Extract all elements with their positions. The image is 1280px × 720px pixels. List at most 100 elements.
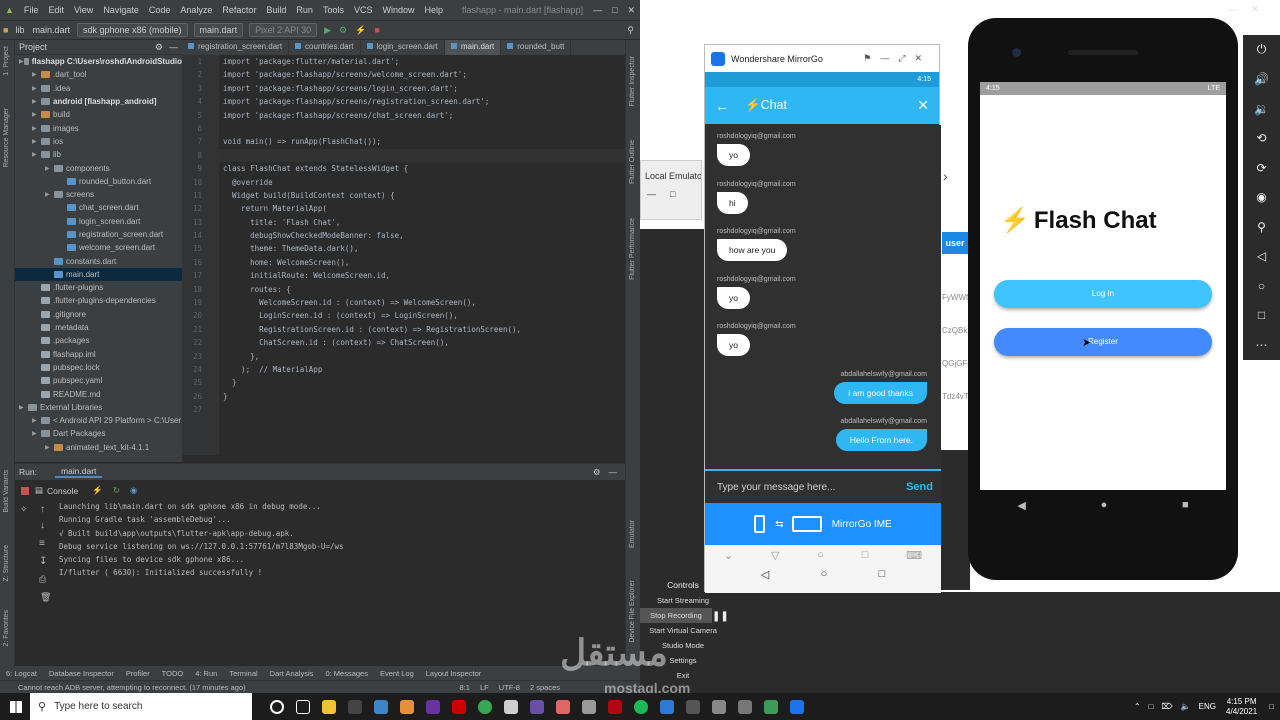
- scroll-end-icon[interactable]: ↧: [39, 556, 47, 567]
- tool-resource-manager[interactable]: Resource Manager: [3, 108, 10, 168]
- rotate-left-icon[interactable]: ⟲: [1243, 124, 1280, 154]
- wrench-icon[interactable]: ✧: [20, 504, 28, 515]
- bottom-tool-8[interactable]: Event Log: [374, 669, 420, 678]
- stop-recording-button[interactable]: Stop Recording: [640, 608, 712, 623]
- tree-row[interactable]: ▶ < Android API 29 Platform > C:\User: [15, 414, 182, 427]
- local-emulator-label[interactable]: Local Emulato: [641, 161, 701, 181]
- app-icon-6[interactable]: [504, 699, 518, 714]
- menu-item-code[interactable]: Code: [144, 5, 176, 15]
- expand-arrow-icon[interactable]: ▶: [32, 151, 41, 158]
- netflix-icon[interactable]: [608, 699, 622, 714]
- app-icon-2[interactable]: [374, 699, 388, 714]
- code-line[interactable]: class FlashChat extends StatelessWidget …: [219, 162, 625, 175]
- file-explorer-icon[interactable]: [322, 699, 336, 714]
- expand-arrow-icon[interactable]: ▶: [45, 191, 54, 198]
- code-line[interactable]: routes: {: [219, 283, 625, 296]
- menu-item-build[interactable]: Build: [261, 5, 291, 15]
- tool-build-variants[interactable]: Build Variants: [3, 470, 10, 513]
- hot-reload-icon[interactable]: ⚡: [355, 25, 366, 36]
- tool-project[interactable]: 1: Project: [3, 46, 10, 76]
- tree-row[interactable]: registration_screen.dart: [15, 228, 182, 241]
- app-icon-9[interactable]: [582, 699, 596, 714]
- window-controls[interactable]: —□: [641, 181, 701, 199]
- tray-chevron-icon[interactable]: ⌃: [1134, 702, 1141, 711]
- code-line[interactable]: RegistrationScreen.id : (context) => Reg…: [219, 323, 625, 336]
- bottom-tool-7[interactable]: 0: Messages: [319, 669, 374, 678]
- tree-row[interactable]: ▶ ios: [15, 135, 182, 148]
- tree-row[interactable]: ▶ .dart_tool: [15, 68, 182, 81]
- tool-flutter-inspector[interactable]: Flutter Inspector: [629, 56, 636, 107]
- mirrorgo-taskbar-icon[interactable]: [790, 699, 804, 714]
- print-icon[interactable]: ⎙: [39, 574, 46, 585]
- expand-arrow-icon[interactable]: ▶: [32, 85, 41, 92]
- tree-row[interactable]: .packages: [15, 334, 182, 347]
- tool-emulator[interactable]: Emulator: [629, 520, 636, 548]
- devtools-icon[interactable]: ◉: [130, 485, 137, 496]
- app-icon-7[interactable]: [530, 699, 544, 714]
- tree-row[interactable]: rounded_button.dart: [15, 175, 182, 188]
- stop-icon[interactable]: [21, 487, 29, 495]
- down-arrow-icon[interactable]: ↓: [40, 520, 45, 531]
- app-icon-1[interactable]: [348, 699, 362, 714]
- code-line[interactable]: LoginScreen.id : (context) => LoginScree…: [219, 309, 625, 322]
- spotify-icon[interactable]: [634, 699, 648, 714]
- status-line-sep[interactable]: LF: [480, 683, 489, 692]
- code-line[interactable]: import 'package:flutter/material.dart';: [219, 55, 625, 68]
- menu-item-help[interactable]: Help: [419, 5, 448, 15]
- tool-structure[interactable]: Z: Structure: [3, 545, 10, 582]
- keyboard-icon[interactable]: ⌨: [906, 549, 922, 562]
- code-line[interactable]: WelcomeScreen.id : (context) => WelcomeS…: [219, 296, 625, 309]
- power-icon[interactable]: ⏻: [1243, 35, 1280, 65]
- volume-down-icon[interactable]: 🔉: [1243, 94, 1280, 124]
- code-editor[interactable]: import 'package:flutter/material.dart'; i…: [219, 55, 625, 460]
- bottom-tool-1[interactable]: Database Inspector: [43, 669, 120, 678]
- register-button[interactable]: Register: [994, 328, 1212, 356]
- code-line[interactable]: title: 'Flash Chat',: [219, 216, 625, 229]
- menu-item-file[interactable]: File: [19, 5, 44, 15]
- bottom-tool-4[interactable]: 4: Run: [189, 669, 223, 678]
- zoom-icon[interactable]: ⚲: [1243, 212, 1280, 242]
- code-line[interactable]: debugShowCheckedModeBanner: false,: [219, 229, 625, 242]
- notification-icon[interactable]: □: [1269, 702, 1274, 711]
- app-icon-13[interactable]: [738, 699, 752, 714]
- hot-restart-icon[interactable]: ↻: [113, 485, 120, 496]
- volume-up-icon[interactable]: 🔊: [1243, 65, 1280, 95]
- menu-item-window[interactable]: Window: [377, 5, 419, 15]
- up-arrow-icon[interactable]: ↑: [40, 504, 45, 515]
- status-encoding[interactable]: UTF-8: [499, 683, 520, 692]
- editor-tab[interactable]: login_screen.dart: [361, 40, 445, 55]
- recents-square-icon[interactable]: □: [862, 549, 869, 562]
- tool-flutter-performance[interactable]: Flutter Performance: [629, 218, 636, 280]
- app-icon-4[interactable]: [426, 699, 440, 714]
- tree-row[interactable]: main.dart: [15, 267, 182, 282]
- start-streaming-button[interactable]: Start Streaming: [640, 593, 726, 608]
- expand-arrow-icon[interactable]: ▶: [32, 125, 41, 132]
- code-line[interactable]: }: [219, 376, 625, 389]
- wrap-icon[interactable]: ≡: [39, 538, 45, 549]
- hot-reload-icon[interactable]: ⚡: [92, 485, 103, 496]
- keyboard-icon[interactable]: [791, 516, 822, 532]
- code-line[interactable]: [219, 403, 625, 416]
- tree-row[interactable]: constants.dart: [15, 254, 182, 267]
- stop-icon[interactable]: ■: [374, 25, 379, 35]
- language-indicator[interactable]: ENG: [1199, 702, 1216, 711]
- tree-row[interactable]: ▶ screens: [15, 188, 182, 201]
- trash-icon[interactable]: 🗑: [40, 592, 51, 603]
- menu-item-edit[interactable]: Edit: [43, 5, 69, 15]
- back-triangle-icon[interactable]: ▽: [771, 549, 779, 562]
- code-line[interactable]: initialRoute: WelcomeScreen.id,: [219, 269, 625, 282]
- rotate-right-icon[interactable]: ⟳: [1243, 153, 1280, 183]
- gear-icon[interactable]: ⚙: [593, 467, 601, 478]
- editor-tab[interactable]: countries.dart: [289, 40, 361, 55]
- code-line[interactable]: ); // MaterialApp: [219, 363, 625, 376]
- tree-row[interactable]: .flutter-plugins: [15, 281, 182, 294]
- expand-arrow-icon[interactable]: ▶: [19, 404, 28, 411]
- tree-row[interactable]: ▶ .idea: [15, 82, 182, 95]
- chevron-right-icon[interactable]: ›: [943, 168, 948, 184]
- code-line[interactable]: }: [219, 390, 625, 403]
- login-button[interactable]: Log In: [994, 280, 1212, 308]
- task-view-icon[interactable]: [296, 699, 310, 714]
- editor-tab[interactable]: registration_screen.dart: [182, 40, 290, 55]
- expand-arrow-icon[interactable]: ▶: [45, 165, 54, 172]
- tree-row[interactable]: README.md: [15, 387, 182, 400]
